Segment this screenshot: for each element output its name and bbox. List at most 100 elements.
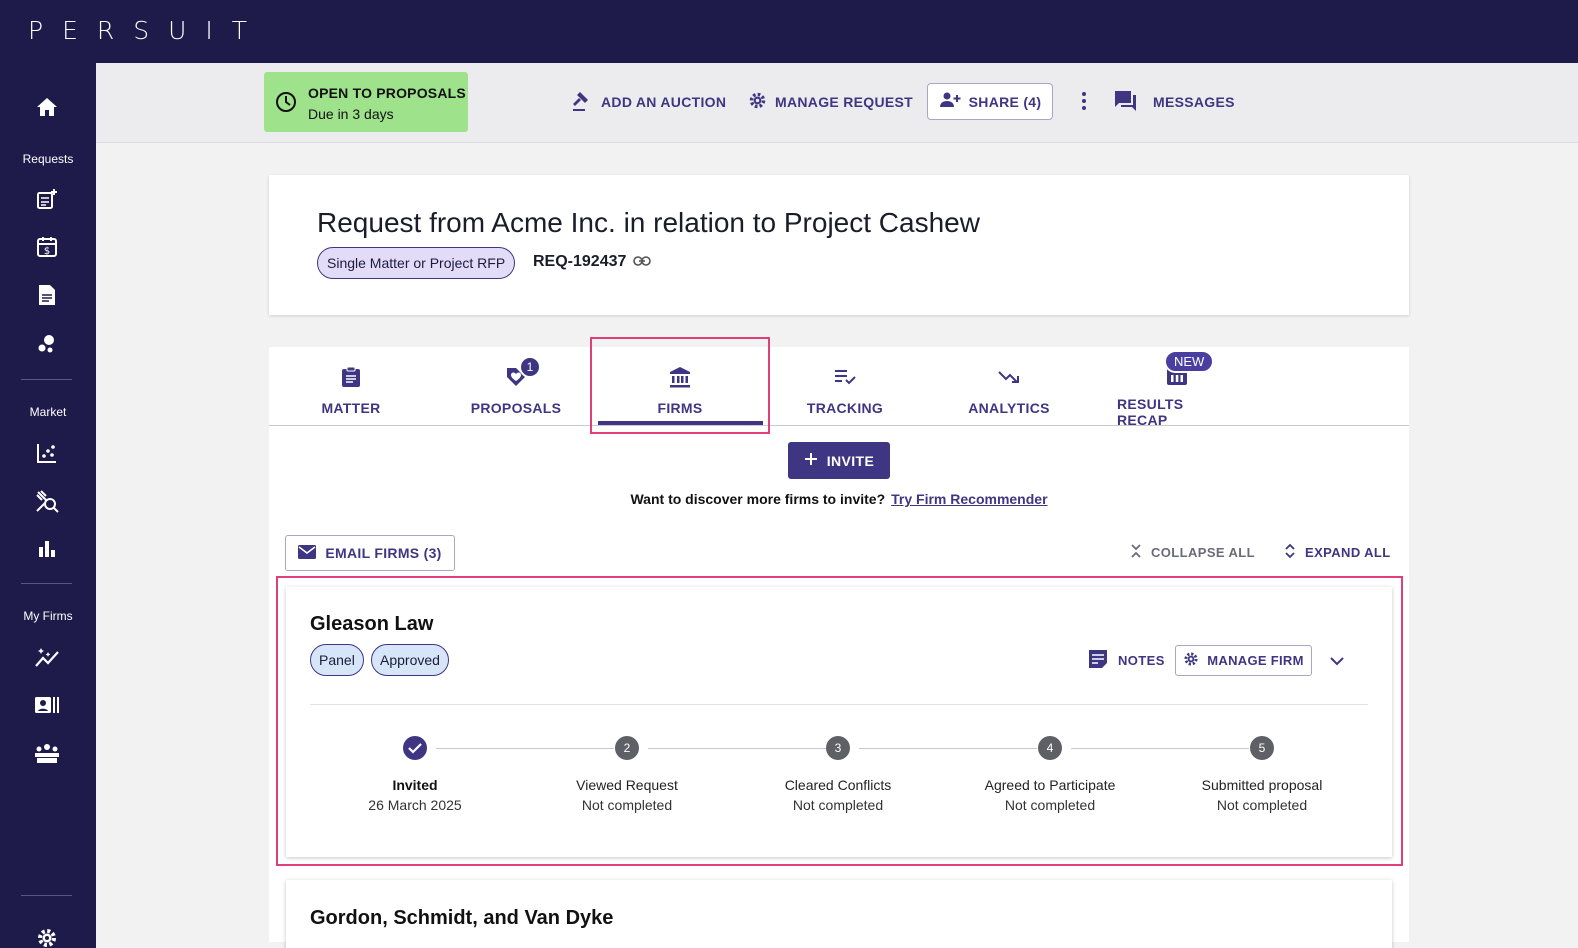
step-number: 2 — [615, 736, 639, 760]
plus-icon — [804, 452, 818, 469]
invite-button[interactable]: INVITE — [788, 442, 890, 479]
clipboard-icon — [341, 364, 361, 390]
add-auction-label: ADD AN AUCTION — [601, 94, 727, 110]
scatter-chart-icon[interactable] — [34, 440, 60, 466]
messages-label: MESSAGES — [1153, 94, 1235, 110]
share-label: SHARE (4) — [968, 93, 1042, 110]
firm-card-divider — [310, 704, 1368, 705]
request-id: REQ-192437 — [533, 253, 652, 271]
more-options-button[interactable] — [1080, 90, 1088, 114]
results-icon: NEW — [1164, 350, 1215, 386]
firm-name: Gordon, Schmidt, and Van Dyke — [310, 907, 614, 929]
new-badge: NEW — [1164, 350, 1215, 373]
sparkle-trend-icon[interactable] — [34, 644, 60, 670]
step-status: Not completed — [581, 797, 673, 813]
step-connector — [1071, 748, 1249, 749]
collapse-icon — [1129, 543, 1143, 562]
manage-request-button[interactable]: MANAGE REQUEST — [748, 90, 913, 114]
firm-tag-approved: Approved — [371, 644, 449, 676]
step-status: Not completed — [1004, 797, 1096, 813]
status-title: OPEN TO PROPOSALS — [308, 85, 466, 101]
manage-firm-button[interactable]: MANAGE FIRM — [1175, 645, 1312, 676]
tab-proposals[interactable]: 1 PROPOSALS — [456, 347, 576, 425]
gear-icon — [1183, 651, 1199, 670]
step-title: Invited — [392, 777, 438, 793]
share-button[interactable]: SHARE (4) — [927, 83, 1053, 120]
expand-all-label: EXPAND ALL — [1305, 545, 1391, 560]
tab-tracking[interactable]: TRACKING — [795, 347, 895, 425]
step-title: Viewed Request — [576, 777, 678, 793]
notes-button[interactable]: NOTES — [1088, 649, 1165, 672]
persuit-logo[interactable]: PERSUIT — [28, 16, 266, 45]
id-card-icon[interactable] — [34, 692, 60, 718]
expand-all-button[interactable]: EXPAND ALL — [1283, 543, 1391, 562]
new-request-icon[interactable] — [34, 186, 60, 212]
search-gavel-icon[interactable] — [34, 488, 60, 514]
firm-card: Gleason Law Panel Approved NOTES MANAGE … — [286, 587, 1392, 857]
more-vert-icon — [1080, 91, 1088, 114]
bar-chart-icon[interactable] — [34, 536, 60, 562]
step-status: 26 March 2025 — [368, 797, 462, 813]
messages-button[interactable]: MESSAGES — [1114, 90, 1235, 114]
firm-tag-panel: Panel — [310, 644, 364, 676]
clock-icon — [275, 91, 297, 118]
step-title: Cleared Conflicts — [784, 777, 892, 793]
status-badge: OPEN TO PROPOSALS Due in 3 days — [264, 72, 468, 132]
step-title: Submitted proposal — [1201, 777, 1323, 793]
manage-firm-label: MANAGE FIRM — [1207, 653, 1304, 668]
tabs-divider — [269, 425, 1409, 426]
sidebar-section-my-firms: My Firms — [23, 609, 73, 623]
firm-recommender-prompt: Want to discover more firms to invite? Tr… — [269, 491, 1409, 507]
firm-recommender-link[interactable]: Try Firm Recommender — [891, 491, 1047, 507]
home-icon[interactable] — [34, 94, 60, 120]
chat-icon — [1114, 90, 1137, 115]
list-check-icon — [834, 364, 856, 390]
add-person-icon — [939, 92, 961, 111]
tab-proposals-label: PROPOSALS — [470, 400, 562, 416]
page-title: Request from Acme Inc. in relation to Pr… — [317, 207, 980, 238]
sidebar-section-market: Market — [29, 405, 67, 419]
request-header-card: Request from Acme Inc. in relation to Pr… — [269, 175, 1409, 315]
link-icon[interactable] — [633, 253, 652, 271]
chevron-down-icon[interactable] — [1329, 653, 1345, 671]
step-connector — [648, 748, 826, 749]
sidebar-section-requests: Requests — [22, 152, 74, 166]
top-bar: PERSUIT — [0, 0, 1578, 63]
step-connector — [859, 748, 1037, 749]
step-status: Not completed — [1216, 797, 1308, 813]
email-firms-label: EMAIL FIRMS (3) — [325, 545, 442, 561]
step-number: 3 — [826, 736, 850, 760]
collapse-all-button[interactable]: COLLAPSE ALL — [1129, 543, 1255, 562]
notes-icon — [1088, 649, 1108, 672]
request-id-label: REQ-192437 — [533, 253, 627, 270]
sidebar-divider — [21, 379, 72, 380]
document-icon[interactable] — [34, 282, 60, 308]
proposals-count-badge: 1 — [519, 356, 541, 378]
manage-request-label: MANAGE REQUEST — [775, 94, 913, 110]
tab-results-recap-label: RESULTS RECAP — [1117, 396, 1184, 428]
gear-icon — [748, 91, 767, 113]
expand-icon — [1283, 543, 1297, 562]
heart-tag-icon: 1 — [505, 356, 541, 390]
firm-card: Gordon, Schmidt, and Van Dyke — [286, 880, 1392, 948]
notes-label: NOTES — [1118, 653, 1165, 668]
tab-analytics[interactable]: ANALYTICS — [959, 347, 1059, 425]
step-complete-icon — [403, 736, 427, 760]
step-title: Agreed to Participate — [984, 777, 1116, 793]
add-auction-button[interactable]: ADD AN AUCTION — [571, 90, 726, 114]
tab-matter[interactable]: MATTER — [301, 347, 401, 425]
bubbles-icon[interactable] — [34, 331, 60, 357]
gear-icon[interactable] — [34, 925, 60, 948]
collapse-all-label: COLLAPSE ALL — [1151, 545, 1255, 560]
tab-analytics-label: ANALYTICS — [968, 400, 1050, 416]
sidebar: Requests $ Market My Firms — [0, 63, 96, 948]
svg-text:$: $ — [44, 246, 50, 257]
invoice-icon[interactable]: $ — [34, 234, 60, 260]
sidebar-divider — [21, 583, 72, 584]
tab-tracking-label: TRACKING — [806, 400, 884, 416]
team-icon[interactable] — [34, 740, 60, 766]
tab-results-recap[interactable]: NEW RESULTS RECAP — [1117, 347, 1237, 428]
firms-tab-highlight — [590, 337, 770, 434]
email-firms-button[interactable]: EMAIL FIRMS (3) — [285, 535, 455, 571]
discover-text: Want to discover more firms to invite? — [630, 491, 886, 507]
